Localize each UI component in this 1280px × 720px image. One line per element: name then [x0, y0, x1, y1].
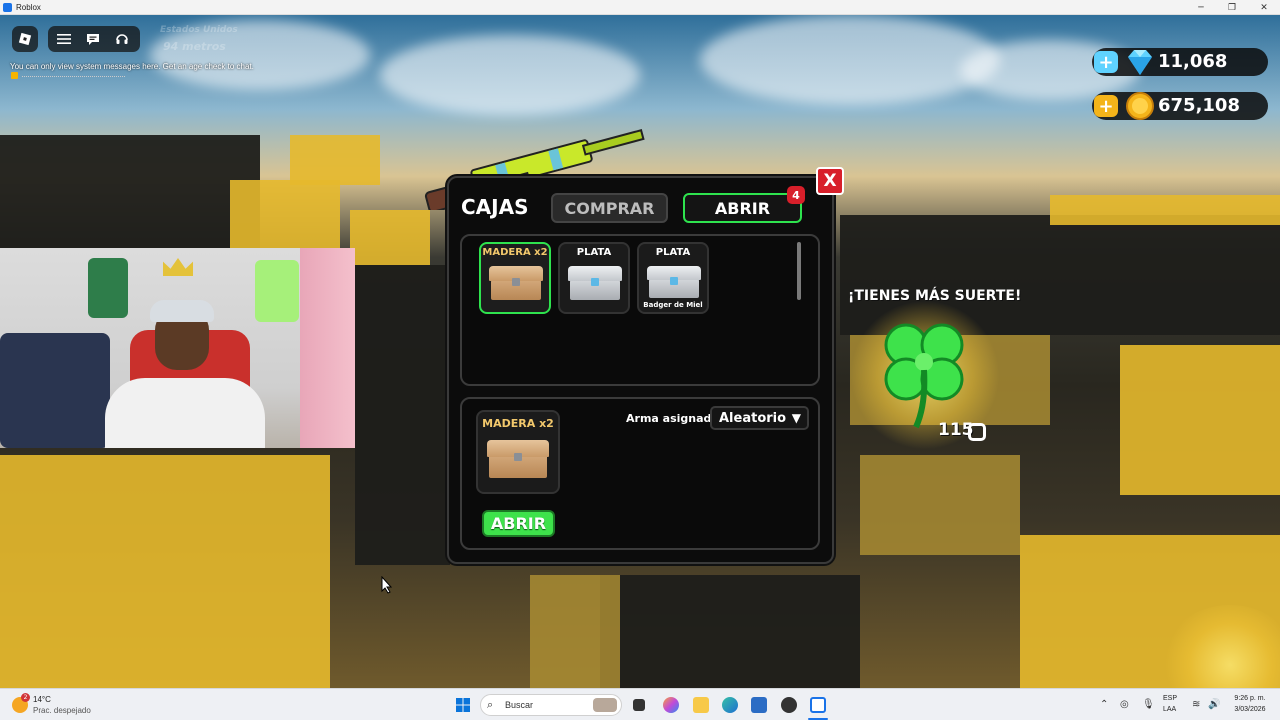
person-shirt: [105, 378, 265, 448]
clock-time[interactable]: 9:26 p. m.: [1228, 695, 1272, 702]
roblox-app-icon: [3, 2, 12, 12]
dark-block: [0, 135, 260, 265]
taskbar-search[interactable]: ⌕ Buscar: [480, 694, 622, 716]
assigned-weapon-dropdown[interactable]: Aleatorio ▼: [710, 406, 809, 430]
volume-icon[interactable]: 🔊: [1208, 699, 1220, 710]
jersey-lime: [255, 260, 299, 322]
slot-label: MADERA x2: [482, 247, 548, 258]
windows-start-icon[interactable]: [455, 697, 471, 713]
close-panel-button[interactable]: X: [816, 167, 844, 195]
open-crate-button[interactable]: ABRIR: [482, 510, 555, 537]
network-tray-icon[interactable]: ◎: [1120, 699, 1129, 710]
search-icon: ⌕: [487, 698, 494, 711]
weather-badge: 2: [21, 693, 30, 702]
inventory-slot[interactable]: PLATA: [558, 242, 630, 314]
buy-coins-button[interactable]: +: [1094, 95, 1118, 117]
sofa: [0, 333, 110, 448]
yellow-block: [860, 455, 1020, 555]
dark-block: [600, 575, 860, 688]
yellow-block: [0, 455, 330, 688]
copilot-icon[interactable]: [663, 697, 679, 713]
wooden-chest-icon: [489, 266, 543, 300]
luck-title: ¡TIENES MÁS SUERTE!: [848, 288, 1022, 304]
inventory-slot[interactable]: PLATA Badger de Miel: [637, 242, 709, 314]
dropdown-value: Aleatorio: [719, 410, 787, 426]
weather-temp: 14°C: [33, 695, 51, 704]
headset-icon[interactable]: [108, 26, 136, 52]
obs-icon[interactable]: [781, 697, 797, 713]
system-message: You can only view system messages here. …: [10, 62, 254, 71]
coins-counter: + 675,108: [1092, 92, 1268, 120]
silver-chest-icon: [647, 266, 701, 298]
language-bottom[interactable]: LAA: [1163, 706, 1176, 713]
microphone-icon[interactable]: 🎙: [1142, 699, 1155, 710]
slot-label: PLATA: [655, 247, 691, 258]
yellow-block: [1050, 195, 1280, 225]
weather-desc: Prac. despejado: [33, 706, 91, 715]
mouse-cursor-icon: [381, 576, 393, 594]
webcam-overlay: [0, 248, 355, 448]
task-view-icon[interactable]: [633, 699, 645, 711]
edge-icon[interactable]: [722, 697, 738, 713]
cloud: [700, 15, 1000, 105]
maximize-button[interactable]: ❐: [1216, 0, 1248, 15]
tab-abrir[interactable]: ABRIR: [683, 193, 802, 223]
language-top[interactable]: ESP: [1163, 695, 1177, 702]
coin-icon: [1126, 92, 1154, 120]
window-titlebar: Roblox ─ ❐ ✕: [0, 0, 1280, 15]
buy-gems-button[interactable]: +: [1094, 51, 1118, 73]
hamburger-menu-icon[interactable]: [50, 26, 78, 52]
file-explorer-icon[interactable]: [693, 697, 709, 713]
gems-counter: + 11,068: [1092, 48, 1268, 76]
tab-abrir-badge: 4: [787, 186, 805, 204]
yellow-block: [1120, 345, 1280, 495]
chevron-down-icon: ▼: [791, 411, 801, 425]
crown-icon: [163, 258, 193, 276]
tab-comprar[interactable]: COMPRAR: [551, 193, 668, 223]
silver-chest-icon: [568, 266, 622, 300]
search-highlight-image: [593, 698, 617, 712]
chat-icon[interactable]: [79, 26, 107, 52]
diamond-icon: [1128, 50, 1152, 75]
yellow-block: [530, 575, 620, 688]
chat-input-line[interactable]: [22, 76, 125, 77]
minimize-button[interactable]: ─: [1185, 0, 1217, 15]
slot-label: PLATA: [576, 247, 612, 258]
window-title: Roblox: [16, 2, 41, 12]
coins-value: 675,108: [1158, 95, 1240, 116]
roblox-taskbar-icon[interactable]: [810, 697, 826, 713]
player-distance-label: 94 metros: [163, 40, 226, 53]
chevron-up-icon[interactable]: ⌃: [1100, 699, 1108, 710]
inventory-scrollbar[interactable]: [797, 242, 801, 300]
roblox-toolbar: [48, 26, 140, 52]
wooden-chest-icon: [487, 440, 549, 478]
cap: [150, 300, 214, 322]
player-region-label: Estados Unidos: [160, 25, 238, 35]
robux-icon: [968, 423, 986, 441]
jersey-green: [88, 258, 128, 318]
selected-crate-label: MADERA x2: [482, 417, 554, 430]
yellow-block: [290, 135, 380, 185]
search-placeholder: Buscar: [505, 700, 534, 710]
dark-block: [355, 265, 450, 565]
slot-subtitle: Badger de Miel: [643, 301, 703, 309]
wifi-icon[interactable]: ≋: [1192, 699, 1200, 710]
store-icon[interactable]: [751, 697, 767, 713]
close-window-button[interactable]: ✕: [1248, 0, 1280, 15]
selected-crate-preview: MADERA x2: [476, 410, 560, 494]
gems-value: 11,068: [1158, 51, 1228, 72]
roblox-menu-button[interactable]: [12, 26, 38, 52]
panel-title: CAJAS: [461, 195, 529, 219]
lock-icon: [11, 72, 18, 79]
clover-icon[interactable]: [872, 315, 976, 433]
windows-taskbar: 2 14°C Prac. despejado ⌕ Buscar ⌃ ◎ 🎙 ES…: [0, 688, 1280, 720]
yellow-block: [350, 210, 430, 265]
curtain: [300, 248, 355, 448]
clock-date[interactable]: 3/03/2026: [1228, 706, 1272, 713]
cloud: [380, 35, 640, 115]
inventory-slot[interactable]: MADERA x2: [479, 242, 551, 314]
roblox-logo-icon: [18, 32, 32, 46]
assigned-weapon-label: Arma asignada: [626, 412, 719, 425]
